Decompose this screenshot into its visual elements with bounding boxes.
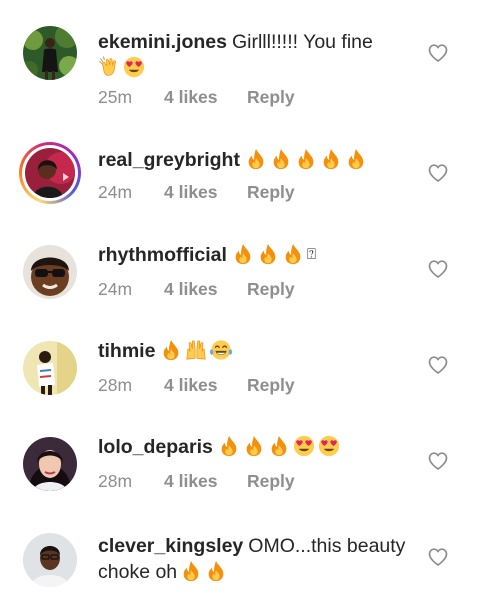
comment-item: clever_kingsley OMO...this beauty choke o… — [0, 504, 480, 606]
avatar[interactable] — [23, 245, 77, 299]
comment-time: 28m — [98, 471, 133, 491]
reply-button[interactable]: Reply — [247, 375, 295, 396]
fire-icon — [273, 148, 289, 170]
comment-text: rhythmofficial ⍰ — [98, 242, 410, 268]
avatar[interactable] — [23, 437, 77, 491]
heart-outline-icon[interactable] — [428, 452, 448, 470]
heart-outline-icon[interactable] — [428, 164, 448, 182]
reply-button[interactable]: Reply — [247, 471, 295, 492]
comment-time: 25m — [98, 87, 133, 107]
username-link[interactable]: tihmie — [98, 340, 155, 362]
username-link[interactable]: lolo_deparis — [98, 436, 213, 458]
comment-time: 28m — [98, 375, 133, 395]
likes-count[interactable]: 4 likes — [164, 279, 247, 300]
fire-icon — [285, 243, 301, 265]
fire-icon — [221, 435, 237, 457]
fire-icon — [235, 243, 251, 265]
username-link[interactable]: real_greybright — [98, 149, 240, 171]
reply-button[interactable]: Reply — [247, 279, 295, 300]
comment-text: real_greybright — [98, 147, 410, 173]
avatar[interactable] — [23, 341, 77, 395]
reply-button[interactable]: Reply — [247, 87, 295, 108]
comment-meta: 28m 4 likes Reply — [98, 375, 295, 396]
comment-item: tihmie 28m 4 likes Reply — [0, 312, 480, 408]
heart-eyes-icon — [318, 435, 339, 457]
avatar[interactable] — [23, 533, 77, 587]
comment-meta: 24m 4 likes Reply — [98, 279, 295, 300]
raised-hands-icon — [186, 340, 206, 360]
likes-count[interactable]: 4 likes — [164, 375, 247, 396]
username-link[interactable]: clever_kingsley — [98, 535, 243, 557]
fire-icon — [183, 560, 199, 582]
comment-meta: 25m 4 likes Reply — [98, 87, 295, 108]
fire-icon — [260, 243, 276, 265]
heart-outline-icon[interactable] — [428, 356, 448, 374]
avatar[interactable] — [19, 142, 81, 204]
comment-body: Girlll!!!!! You fine — [231, 31, 373, 53]
comment-time: 24m — [98, 279, 133, 299]
heart-eyes-icon — [123, 56, 145, 78]
heart-eyes-icon — [293, 435, 314, 457]
likes-count[interactable]: 4 likes — [164, 87, 247, 108]
reply-button[interactable]: Reply — [247, 182, 295, 203]
fire-icon — [323, 148, 339, 170]
comment-item: ekemini.jones Girlll!!!!! You fine 25m 4 l… — [0, 0, 480, 120]
fire-icon — [348, 148, 364, 170]
comment-text: lolo_deparis — [98, 434, 410, 460]
comment-meta: 24m 4 likes Reply — [98, 182, 295, 203]
likes-count[interactable]: 4 likes — [164, 471, 247, 492]
fire-icon — [298, 148, 314, 170]
comment-time: 24m — [98, 182, 133, 202]
missing-glyph: ⍰ — [306, 246, 316, 263]
heart-outline-icon[interactable] — [428, 44, 448, 62]
comment-item: lolo_deparis 28m 4 likes Reply — [0, 408, 480, 504]
likes-count[interactable]: 4 likes — [164, 182, 247, 203]
tears-of-joy-icon — [210, 339, 233, 361]
comment-item: rhythmofficial ⍰ 24m 4 likes Reply — [0, 216, 480, 312]
fire-icon — [271, 435, 287, 457]
comment-item: real_greybright 24m 4 likes Reply — [0, 120, 480, 216]
comment-text: ekemini.jones Girlll!!!!! You fine — [98, 29, 410, 81]
avatar[interactable] — [23, 26, 77, 80]
fire-icon — [208, 560, 224, 582]
comment-meta: 28m 4 likes Reply — [98, 471, 295, 492]
heart-outline-icon[interactable] — [428, 260, 448, 278]
heart-outline-icon[interactable] — [428, 548, 448, 566]
fire-icon — [246, 435, 262, 457]
fire-icon — [164, 339, 179, 361]
comment-text: clever_kingsley OMO...this beauty choke o… — [98, 533, 410, 585]
username-link[interactable]: ekemini.jones — [98, 31, 227, 53]
fire-icon — [248, 148, 264, 170]
clapping-hands-icon — [99, 56, 116, 76]
comments-list: ekemini.jones Girlll!!!!! You fine 25m 4 l… — [0, 0, 480, 606]
comment-text: tihmie — [98, 338, 410, 364]
username-link[interactable]: rhythmofficial — [98, 244, 227, 266]
